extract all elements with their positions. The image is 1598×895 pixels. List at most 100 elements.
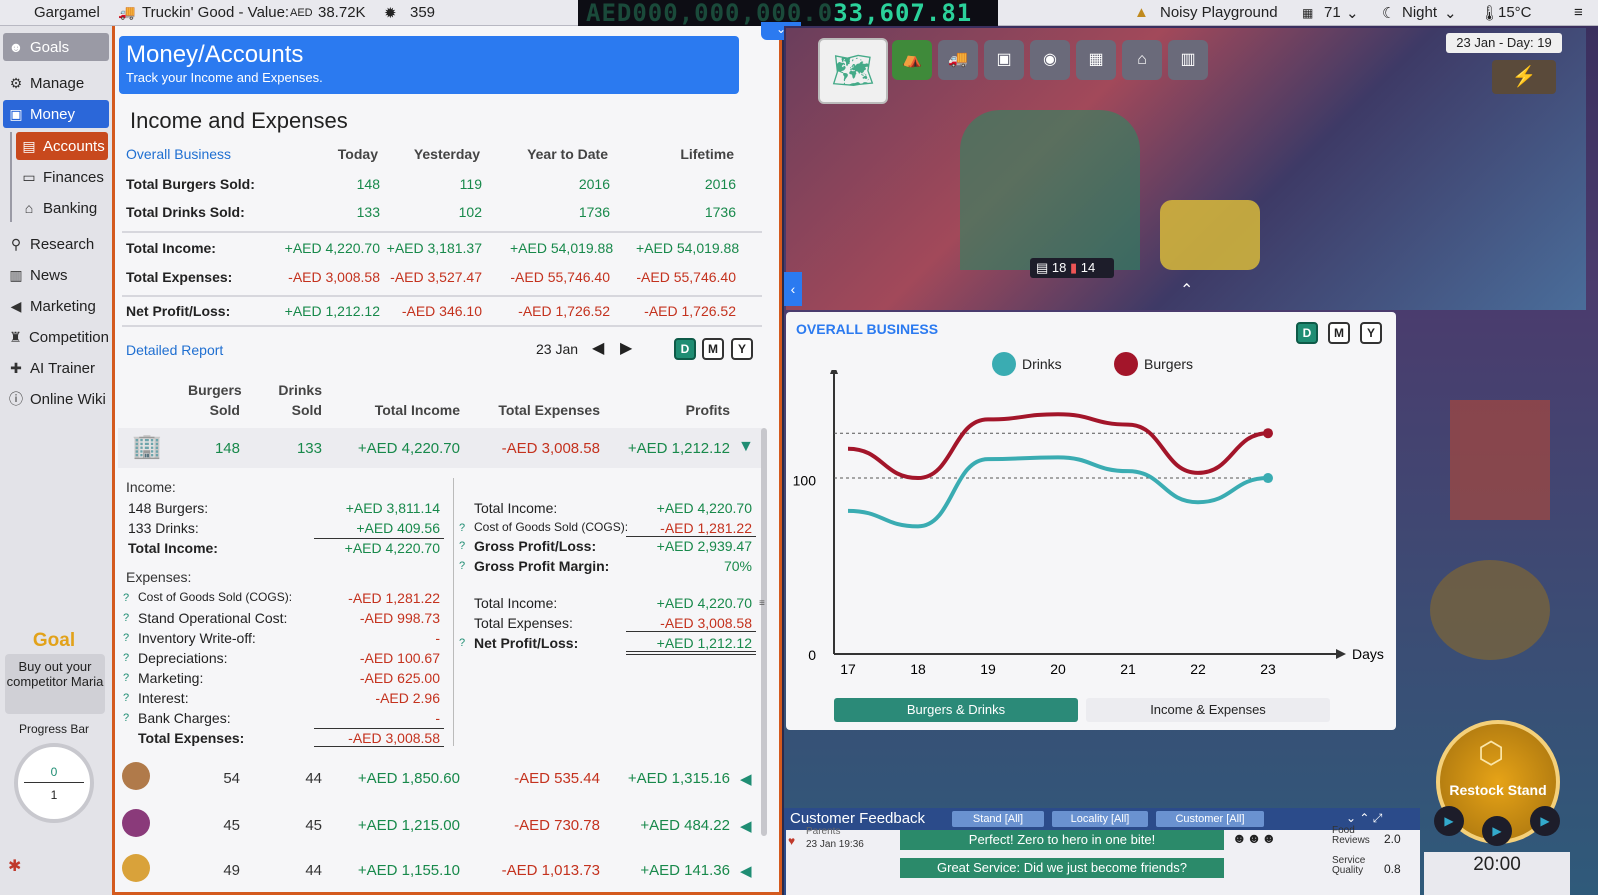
summary-item-label: Cost of Goods Sold (COGS): xyxy=(474,520,629,534)
col-burgers: Burgers xyxy=(188,382,242,398)
expand-left-icon[interactable]: ◀ xyxy=(740,862,752,880)
office-icon[interactable]: ▦ xyxy=(1076,40,1116,80)
chevron-down-icon[interactable]: ⌄ xyxy=(1444,4,1457,22)
sidebar-item-competition[interactable]: ♜ Competition xyxy=(3,323,109,351)
row-divider xyxy=(122,325,762,327)
location-name[interactable]: Noisy Playground xyxy=(1160,4,1278,21)
sidebar-item-news[interactable]: ▥ News xyxy=(3,261,109,289)
help-icon[interactable]: ? xyxy=(123,592,129,604)
play-icon[interactable]: ▶ xyxy=(1482,816,1512,846)
grill-icon[interactable]: ◉ xyxy=(1030,40,1070,80)
summary-row-label: Total Expenses: xyxy=(126,269,233,285)
summary-cell: -AED 1,726.52 xyxy=(518,303,610,319)
section-title: Income and Expenses xyxy=(130,108,348,133)
warehouse-icon[interactable]: ▥ xyxy=(1168,40,1208,80)
map-icon[interactable]: 🗺 xyxy=(818,38,888,104)
expense-item-label: Marketing: xyxy=(138,670,204,686)
summary-cell: +AED 54,019.88 xyxy=(636,240,740,256)
sidebar-item-marketing[interactable]: ◀ Marketing xyxy=(3,292,109,320)
row-divider xyxy=(122,231,762,233)
money-value: 33,607.81 xyxy=(833,0,973,27)
detailed-report-title[interactable]: Detailed Report xyxy=(126,342,223,358)
feedback-who: Parents xyxy=(806,826,841,837)
metric-food-value: 2.0 xyxy=(1384,832,1401,846)
sidebar-item-label: Manage xyxy=(30,74,85,92)
x-tick-label: 17 xyxy=(840,661,856,677)
box-icon[interactable]: ▣ xyxy=(984,40,1024,80)
chart-year-button[interactable]: Y xyxy=(1360,322,1382,344)
sidebar-item-online-wiki[interactable]: ⓘ Online Wiki xyxy=(3,385,109,413)
goal-text: Buy out your competitor Maria xyxy=(5,654,105,714)
chart-month-button[interactable]: M xyxy=(1328,322,1350,344)
help-icon[interactable]: ? xyxy=(123,632,129,644)
expand-left-icon[interactable]: ◀ xyxy=(740,817,752,835)
help-icon[interactable]: ? xyxy=(123,612,129,624)
collapse-left-icon[interactable]: ‹ xyxy=(784,272,802,306)
chevron-down-icon[interactable]: ⌄ xyxy=(1346,4,1359,22)
prev-date-icon[interactable]: ◀ xyxy=(592,338,604,358)
help-icon[interactable]: ? xyxy=(123,712,129,724)
feedback-when: 23 Jan 19:36 xyxy=(806,839,864,850)
y-tick-label: 100 xyxy=(793,473,817,489)
currency-label: AED xyxy=(290,7,313,19)
scrollbar[interactable] xyxy=(761,428,767,836)
stand-icon[interactable]: ⛺ xyxy=(892,40,932,80)
bug-icon[interactable]: ✱ xyxy=(8,856,21,876)
summary-item-label: Net Profit/Loss: xyxy=(474,635,579,651)
scroll-handle-icon[interactable]: ≡ xyxy=(759,598,769,612)
sidebar-item-finances[interactable]: ▭ Finances xyxy=(16,163,108,191)
expand-down-icon[interactable]: ▼ xyxy=(738,438,754,456)
progress-total: 1 xyxy=(50,788,58,802)
help-icon[interactable]: ? xyxy=(123,652,129,664)
x-axis-label: Days xyxy=(1352,646,1384,662)
truck-icon[interactable]: 🚚 xyxy=(938,40,978,80)
tab-burgers-drinks[interactable]: Burgers & Drinks xyxy=(834,698,1078,722)
expense-item-label: Bank Charges: xyxy=(138,710,231,726)
sidebar-item-research[interactable]: ⚲ Research xyxy=(3,230,109,258)
sidebar-item-manage[interactable]: ⚙ Manage xyxy=(3,69,109,97)
factory-icon[interactable]: ⌂ xyxy=(1122,40,1162,80)
underline xyxy=(626,536,756,537)
help-icon[interactable]: ? xyxy=(459,522,465,534)
summary-scope[interactable]: Overall Business xyxy=(126,146,231,162)
help-icon[interactable]: ? xyxy=(123,692,129,704)
sidebar-item-banking[interactable]: ⌂ Banking xyxy=(16,194,108,222)
help-icon[interactable]: ? xyxy=(459,637,465,649)
expense-item-label: Interest: xyxy=(138,690,189,706)
next-date-icon[interactable]: ▶ xyxy=(620,338,632,358)
competitor-portraits-icon[interactable]: ⚡ xyxy=(1492,60,1556,94)
help-icon[interactable]: ? xyxy=(459,540,465,552)
summary-cell: -AED 346.10 xyxy=(401,303,482,319)
sidebar-item-accounts[interactable]: ▤ Accounts xyxy=(16,132,108,160)
sidebar-item-ai-trainer[interactable]: ✚ AI Trainer xyxy=(3,354,109,382)
chevron-up-icon[interactable]: ⌃ xyxy=(1180,280,1193,300)
fast-forward-icon[interactable]: ▶ xyxy=(1530,806,1560,836)
chart-day-button[interactable]: D xyxy=(1296,322,1318,344)
help-icon[interactable]: ? xyxy=(459,560,465,572)
pause-icon[interactable]: ▶ xyxy=(1434,806,1464,836)
filter-stand[interactable]: Stand [All] xyxy=(952,811,1044,827)
help-icon[interactable]: ? xyxy=(123,672,129,684)
filter-customer[interactable]: Customer [All] xyxy=(1156,811,1264,827)
month-button[interactable]: M xyxy=(702,338,724,360)
income-item-value: +AED 4,220.70 xyxy=(344,540,440,556)
income-item-label: 133 Drinks: xyxy=(128,520,199,536)
slide xyxy=(1450,400,1550,520)
avatar xyxy=(122,854,150,882)
feedback-window-controls-icon[interactable]: ⌄ ⌃ ⤢ xyxy=(1346,811,1416,827)
year-button[interactable]: Y xyxy=(731,338,753,360)
sidebar-item-money[interactable]: ▣ Money xyxy=(3,100,109,128)
day-button[interactable]: D xyxy=(674,338,696,360)
summary-row-label: Net Profit/Loss: xyxy=(126,303,231,319)
col-total-income: Total Income xyxy=(374,402,460,418)
series-line-burgers xyxy=(847,412,1269,481)
tab-income-expenses[interactable]: Income & Expenses xyxy=(1086,698,1330,722)
stand-burgers: 45 xyxy=(223,817,240,834)
sidebar-item-goals[interactable]: ☻ Goals xyxy=(3,33,109,61)
expand-left-icon[interactable]: ◀ xyxy=(740,770,752,788)
menu-icon[interactable]: ≡ xyxy=(1574,4,1583,21)
col-drinks: Drinks xyxy=(278,382,322,398)
business-value-label: Truckin' Good - Value: xyxy=(142,4,290,21)
expense-item-label: Inventory Write-off: xyxy=(138,630,256,646)
filter-locality[interactable]: Locality [All] xyxy=(1052,811,1148,827)
